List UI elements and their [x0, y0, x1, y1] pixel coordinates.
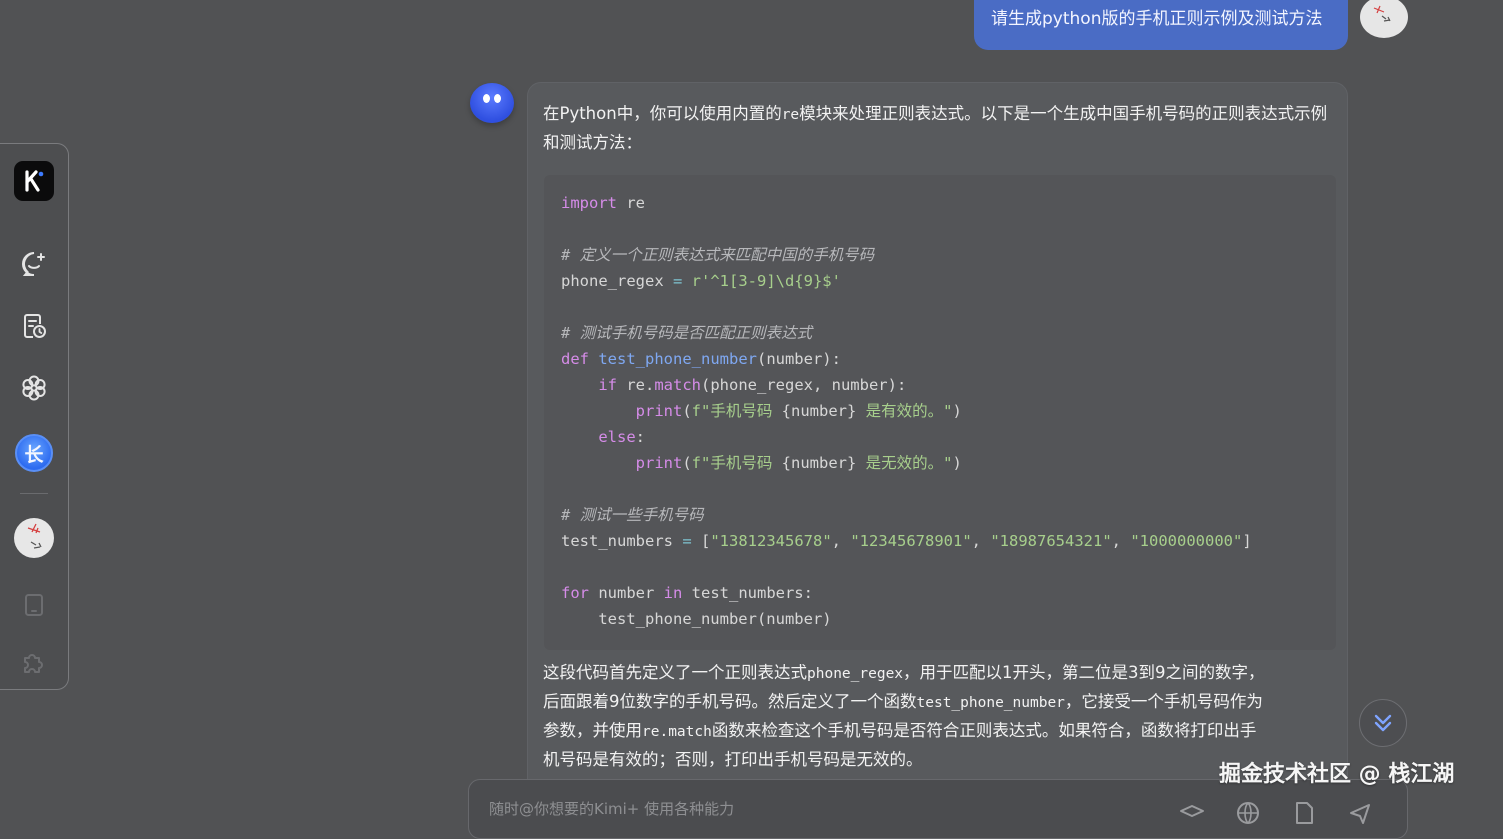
new-chat-icon [22, 252, 45, 276]
watermark: 掘金技术社区 @ 栈江湖 [1219, 762, 1455, 787]
user-profile[interactable] [13, 517, 55, 559]
assistant-eye-right [494, 94, 501, 103]
code-line: if re.match(phone_regex, number): [598, 376, 907, 394]
assistant-avatar [470, 83, 514, 123]
history-button[interactable] [13, 305, 55, 347]
double-chevron-down-icon [1374, 714, 1392, 732]
inline-code: phone_regex [807, 666, 904, 682]
send-icon[interactable] [1347, 800, 1373, 826]
explain-line: 后面跟着9位数字的手机号码。然后定义了一个函数test_phone_number… [543, 692, 1263, 711]
code-block[interactable]: import re # 定义一个正则表达式来匹配中国的手机号码 phone_rege… [544, 175, 1336, 650]
user-avatar [14, 518, 54, 558]
intro-text: 在Python中，你可以使用内置的 [543, 104, 782, 123]
inline-code: test_phone_number [916, 695, 1065, 711]
code-line: else: [598, 428, 645, 446]
sidebar-divider [20, 493, 48, 494]
inline-code: re.match [642, 724, 712, 740]
explain-line: 参数，并使用re.match函数来检查这个手机号码是否符合正则表达式。如果符合，… [543, 721, 1257, 740]
mobile-app-button[interactable] [13, 584, 55, 626]
phone-icon [25, 594, 43, 616]
puzzle-icon [24, 654, 43, 673]
user-message-text: 请生成python版的手机正则示例及测试方法 [991, 9, 1323, 29]
flower-icon [22, 375, 46, 401]
code-line: for number in test_numbers: [561, 584, 813, 602]
intro-inline-code: re [781, 107, 800, 123]
chat-input[interactable] [487, 794, 1091, 824]
code-line: print(f"手机号码 {number} 是无效的。") [635, 454, 962, 472]
code-line: test_phone_number(number) [561, 610, 832, 628]
code-line: # 测试手机号码是否匹配正则表达式 [561, 324, 813, 342]
code-line: # 定义一个正则表达式来匹配中国的手机号码 [561, 246, 875, 264]
code-line: test_numbers = ["13812345678", "12345678… [561, 532, 1252, 550]
explain-line: 这段代码首先定义了一个正则表达式phone_regex，用于匹配以1开头，第二位… [543, 663, 1265, 682]
assistant-eye-left [483, 94, 490, 103]
user-message-avatar [1360, 0, 1408, 38]
user-message-bubble: 请生成python版的手机正则示例及测试方法 [974, 0, 1348, 50]
kimi-logo-icon [25, 170, 44, 192]
chat-input-bar [468, 779, 1408, 839]
scroll-to-bottom-button[interactable] [1359, 699, 1407, 747]
assistant-answer: 在Python中，你可以使用内置的re模块来处理正则表达式。以下是一个生成中国手… [527, 82, 1348, 822]
history-icon [24, 314, 46, 338]
code-line: # 测试一些手机号码 [561, 506, 704, 524]
code-line: import re [561, 194, 645, 212]
left-sidebar: K 长 [0, 143, 69, 690]
code-line: def test_phone_number(number): [561, 350, 841, 368]
kimi-plus-agent[interactable]: 长 [13, 432, 55, 474]
graduation-cap-icon[interactable] [1179, 800, 1205, 826]
agent-avatar: 长 [15, 434, 53, 472]
code-line: phone_regex = r'^1[3-9]\d{9}$' [561, 272, 841, 290]
new-chat-button[interactable] [13, 243, 55, 285]
answer-intro: 在Python中，你可以使用内置的re模块来处理正则表达式。以下是一个生成中国手… [543, 100, 1338, 157]
explore-button[interactable] [13, 367, 55, 409]
kimi-logo[interactable]: K [14, 161, 54, 201]
globe-icon[interactable] [1235, 800, 1261, 826]
code-line: print(f"手机号码 {number} 是有效的。") [635, 402, 962, 420]
plugin-button[interactable] [13, 641, 55, 683]
file-upload-icon[interactable] [1291, 800, 1317, 826]
